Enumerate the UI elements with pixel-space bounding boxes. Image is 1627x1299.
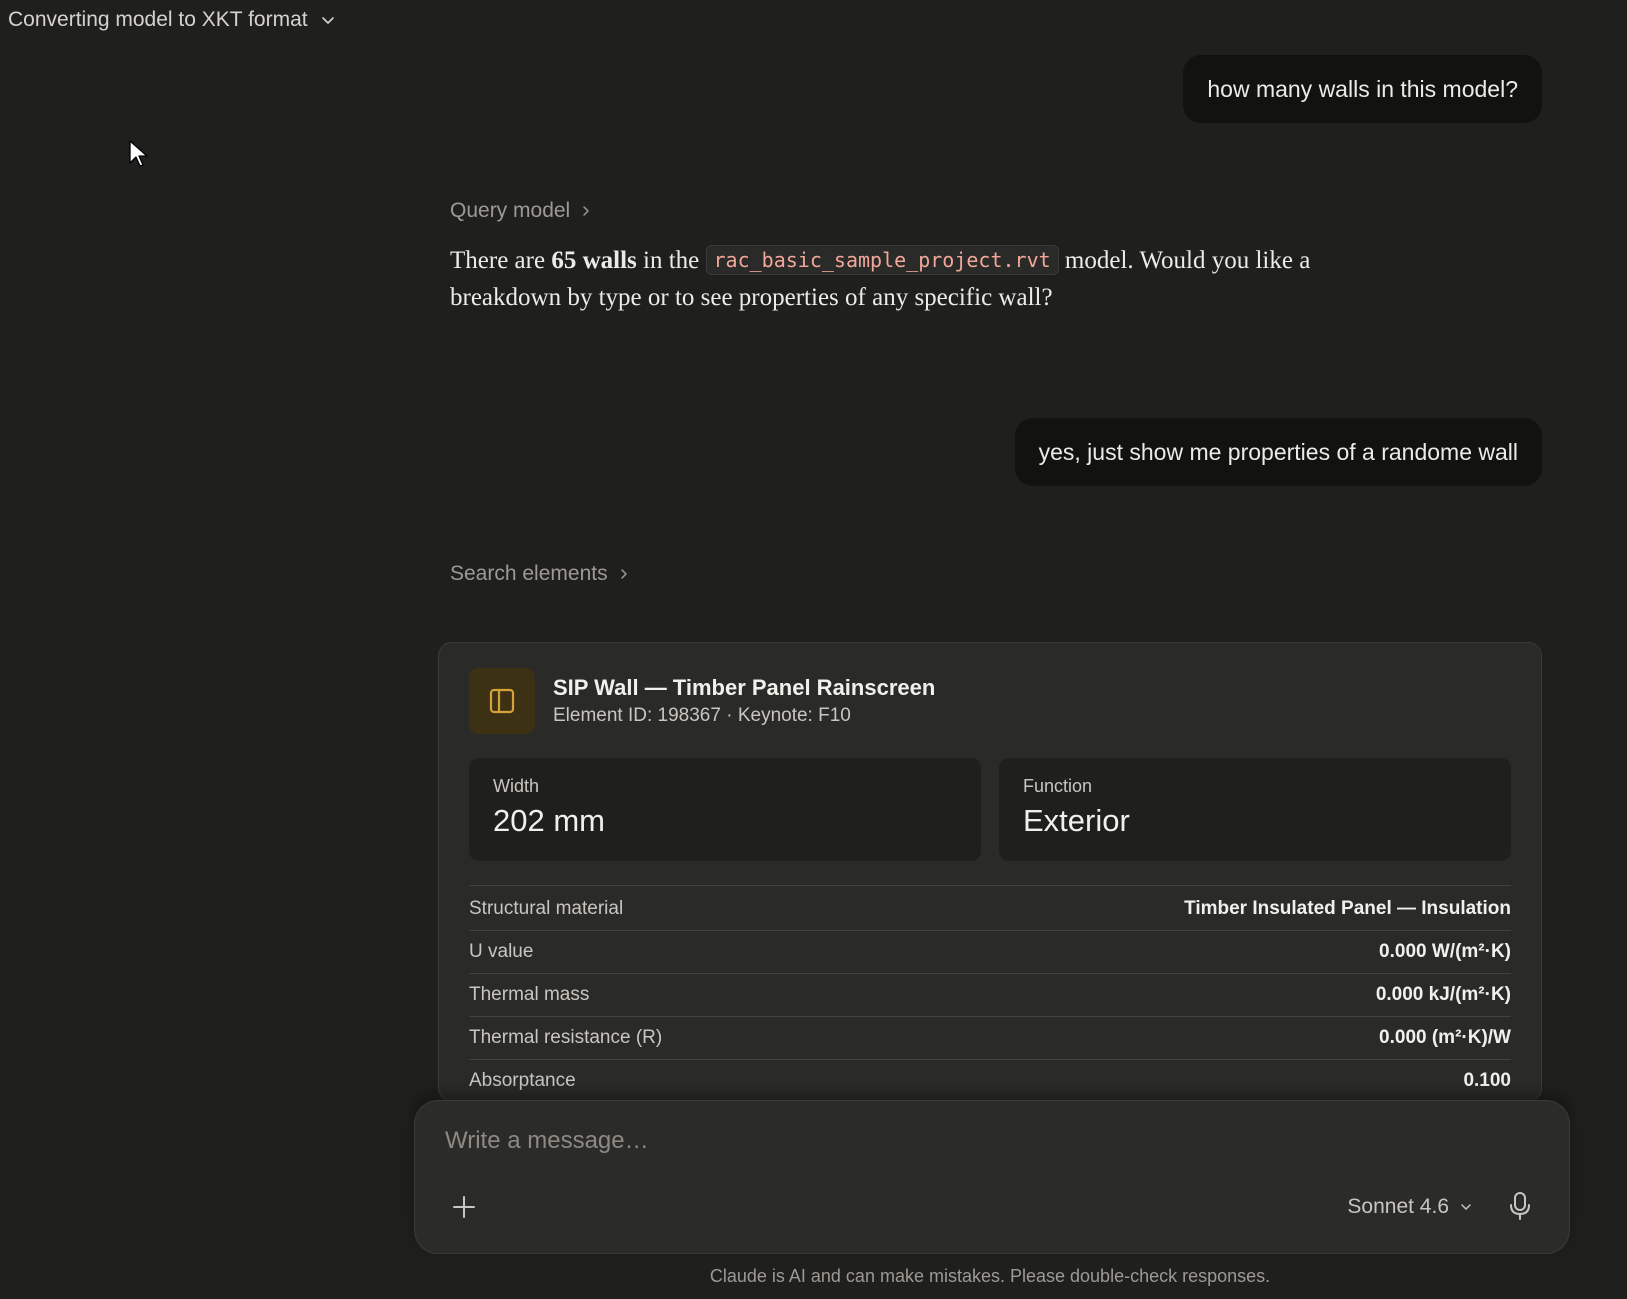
card-header: SIP Wall — Timber Panel Rainscreen Eleme…	[469, 668, 935, 734]
property-row: Structural material Timber Insulated Pan…	[469, 888, 1511, 931]
conversation-title: Converting model to XKT format	[8, 8, 308, 31]
property-name: Absorptance	[469, 1070, 576, 1091]
stat-value: Exterior	[1023, 803, 1130, 838]
user-message: how many walls in this model?	[1183, 55, 1542, 123]
property-value: 0.000 W/(m²·K)	[1379, 941, 1511, 962]
mouse-pointer-icon	[129, 140, 148, 167]
property-row: Thermal mass 0.000 kJ/(m²·K)	[469, 974, 1511, 1017]
property-value: 0.100	[1463, 1070, 1511, 1091]
property-value: 0.000 (m²·K)/W	[1379, 1027, 1511, 1048]
chevron-right-icon	[620, 569, 627, 579]
inline-code-filename: rac_basic_sample_project.rvt	[705, 245, 1059, 275]
stat-label: Function	[1023, 776, 1093, 796]
model-selector-label: Sonnet 4.6	[1347, 1195, 1449, 1218]
user-message-text: how many walls in this model?	[1207, 75, 1518, 102]
element-title: SIP Wall — Timber Panel Rainscreen	[553, 675, 936, 700]
message-composer: Sonnet 4.6	[414, 1100, 1570, 1254]
model-selector[interactable]: Sonnet 4.6	[1347, 1195, 1473, 1219]
chat-window: Converting model to XKT format how many …	[0, 0, 1627, 1299]
stat-label: Width	[493, 776, 540, 796]
property-row: U value 0.000 W/(m²·K)	[469, 931, 1511, 974]
property-row: Thermal resistance (R) 0.000 (m²·K)/W	[469, 1017, 1511, 1060]
stat-value: 202 mm	[493, 803, 605, 838]
property-name: U value	[469, 941, 534, 962]
add-attachment-button[interactable]	[451, 1194, 477, 1220]
user-message-text: yes, just show me properties of a random…	[1038, 438, 1518, 465]
tool-call-query-model[interactable]: Query model	[450, 199, 592, 223]
element-properties-card: SIP Wall — Timber Panel Rainscreen Eleme…	[438, 642, 1542, 1102]
stat-width: Width 202 mm	[469, 758, 981, 861]
user-message: yes, just show me properties of a random…	[1014, 418, 1542, 486]
tool-call-label: Search elements	[450, 562, 608, 585]
chevron-right-icon	[583, 206, 589, 216]
property-value: 0.000 kJ/(m²·K)	[1375, 984, 1511, 1005]
element-subtitle: Element ID: 198367 · Keynote: F10	[553, 705, 851, 726]
property-name: Thermal resistance (R)	[469, 1027, 663, 1048]
chevron-down-icon	[321, 17, 334, 24]
tool-call-search-elements[interactable]: Search elements	[450, 562, 630, 586]
property-row: Absorptance 0.100	[469, 1060, 1511, 1101]
ai-disclaimer: Claude is AI and can make mistakes. Plea…	[709, 1266, 1271, 1286]
assistant-message: There are 65 walls in the rac_basic_samp…	[450, 242, 1410, 316]
property-name: Thermal mass	[469, 984, 590, 1005]
panel-icon	[469, 668, 535, 734]
stat-function: Function Exterior	[999, 758, 1511, 861]
tool-call-label: Query model	[450, 199, 571, 222]
property-list: Structural material Timber Insulated Pan…	[469, 888, 1511, 1101]
assistant-text-bold: 65 walls	[551, 247, 637, 274]
assistant-text-prefix: There are	[450, 247, 552, 274]
assistant-text-mid: in the	[636, 247, 706, 274]
property-value: Timber Insulated Panel — Insulation	[1184, 898, 1511, 919]
message-input[interactable]	[445, 1127, 1525, 1155]
property-name: Structural material	[469, 898, 624, 919]
microphone-button[interactable]	[1507, 1191, 1533, 1221]
chevron-down-icon	[1461, 1204, 1471, 1210]
panel-icon-glyph	[489, 688, 515, 714]
conversation-title-menu[interactable]: Converting model to XKT format	[8, 8, 336, 32]
divider	[469, 885, 1511, 886]
